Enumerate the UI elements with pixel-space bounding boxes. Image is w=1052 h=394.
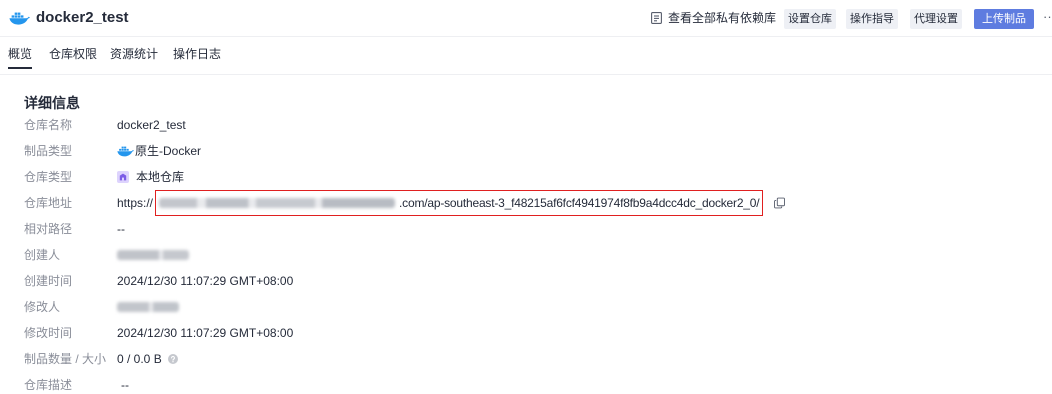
view-all-label: 查看全部私有依赖库 [668, 11, 777, 25]
view-all-private-repos-link[interactable]: 查看全部私有依赖库 [651, 8, 776, 28]
repository-type-value-wrap: 本地仓库 [117, 168, 184, 186]
detail-label: 相对路径 [24, 222, 73, 236]
docker-icon [9, 11, 30, 25]
page-header: docker2_test 查看全部私有依赖库 设置仓库 操作指导 代理设置 上传… [0, 0, 1052, 37]
details-section-title: 详细信息 [24, 95, 80, 111]
repository-type-value: 本地仓库 [136, 170, 185, 184]
creator-value [117, 250, 189, 260]
artifact-type-value: 原生-Docker [135, 144, 202, 158]
tab-overview[interactable]: 概览 [8, 45, 33, 69]
detail-label: 创建时间 [24, 274, 73, 288]
artifact-count-size-wrap: 0 / 0.0 B [117, 350, 178, 368]
redacted-creator [117, 250, 189, 260]
details-list: 仓库名称 docker2_test 制品类型 原生-Docker 仓库类型 本地… [24, 116, 1024, 394]
detail-row-repository-name: 仓库名称 docker2_test [24, 116, 1024, 134]
detail-row-artifact-count-size: 制品数量 / 大小 0 / 0.0 B [24, 350, 1024, 368]
detail-label: 仓库类型 [24, 170, 73, 184]
detail-label: 创建人 [24, 248, 61, 262]
detail-row-description: 仓库描述 -- [24, 376, 1024, 394]
redacted-host [159, 198, 396, 208]
document-icon [651, 12, 662, 24]
description-value: -- [121, 378, 129, 392]
repository-name-value: docker2_test [117, 118, 186, 132]
detail-label: 仓库描述 [24, 378, 73, 392]
artifact-count-size-value: 0 / 0.0 B [117, 352, 162, 366]
detail-row-repository-address: 仓库地址 https:// .com/ap-southeast-3_f48215… [24, 190, 1024, 216]
url-suffix: .com/ap-southeast-3_f48215af6fcf4941974f… [399, 196, 760, 210]
repository-address-value: https:// .com/ap-southeast-3_f48215af6fc… [117, 190, 786, 216]
detail-row-creator: 创建人 [24, 246, 1024, 264]
tab-resource-statistics[interactable]: 资源统计 [110, 45, 158, 69]
repository-title: docker2_test [36, 9, 129, 26]
url-prefix: https:// [117, 196, 154, 210]
highlighted-url-box: .com/ap-southeast-3_f48215af6fcf4941974f… [155, 190, 764, 216]
detail-row-created-time: 创建时间 2024/12/30 11:07:29 GMT+08:00 [24, 272, 1024, 290]
detail-label: 仓库名称 [24, 118, 73, 132]
more-actions-button[interactable]: ·· [1043, 7, 1052, 27]
created-time-value: 2024/12/30 11:07:29 GMT+08:00 [117, 274, 294, 288]
tab-repository-permissions[interactable]: 仓库权限 [49, 45, 97, 69]
modified-time-value: 2024/12/30 11:07:29 GMT+08:00 [117, 326, 294, 340]
detail-label: 修改时间 [24, 326, 73, 340]
detail-label: 制品数量 / 大小 [24, 352, 107, 366]
copy-icon[interactable] [774, 197, 786, 209]
docker-icon [117, 145, 134, 157]
detail-row-modifier: 修改人 [24, 298, 1024, 316]
detail-row-repository-type: 仓库类型 本地仓库 [24, 168, 1024, 186]
detail-row-relative-path: 相对路径 -- [24, 220, 1024, 238]
operation-guide-button[interactable]: 操作指导 [846, 9, 898, 29]
detail-row-artifact-type: 制品类型 原生-Docker [24, 142, 1024, 160]
repository-settings-button[interactable]: 设置仓库 [784, 9, 836, 29]
info-icon[interactable] [167, 354, 178, 364]
detail-label: 修改人 [24, 300, 61, 314]
artifact-type-value-wrap: 原生-Docker [117, 142, 201, 160]
detail-row-modified-time: 修改时间 2024/12/30 11:07:29 GMT+08:00 [24, 324, 1024, 342]
tab-bar: 概览 仓库权限 资源统计 操作日志 [0, 37, 1052, 75]
detail-label: 仓库地址 [24, 196, 73, 210]
upload-artifact-button[interactable]: 上传制品 [974, 9, 1034, 29]
proxy-settings-button[interactable]: 代理设置 [910, 9, 962, 29]
repository-icon [117, 171, 129, 183]
modifier-value [117, 302, 179, 312]
tab-operation-logs[interactable]: 操作日志 [173, 45, 221, 69]
redacted-modifier [117, 302, 179, 312]
relative-path-value: -- [117, 222, 125, 236]
detail-label: 制品类型 [24, 144, 73, 158]
